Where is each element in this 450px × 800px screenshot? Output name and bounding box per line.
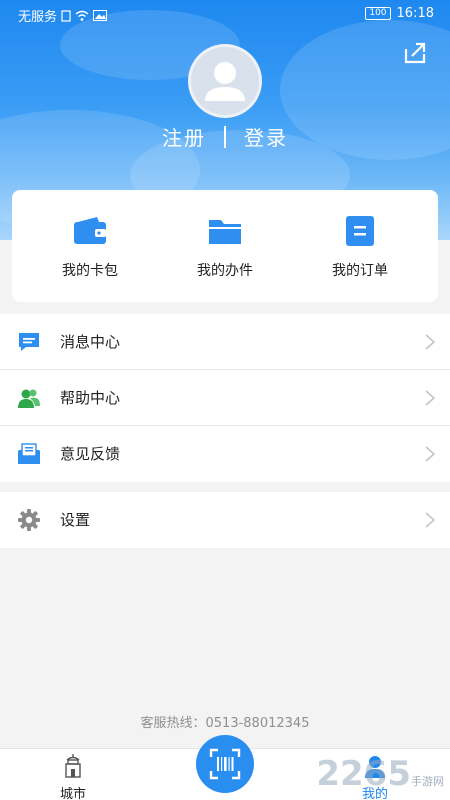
menu-item-help[interactable]: 帮助中心 [0, 370, 450, 426]
watermark-text: 2265 [316, 754, 411, 794]
chevron-right-icon [425, 334, 436, 350]
chevron-right-icon [425, 446, 436, 462]
share-icon[interactable] [402, 40, 428, 66]
register-link[interactable]: 注册 [162, 122, 206, 151]
battery-indicator: 100 [365, 7, 391, 20]
help-people-icon [18, 389, 40, 408]
login-link[interactable]: 登录 [244, 122, 288, 151]
carrier-text: 无服务 [18, 10, 58, 25]
user-icon [205, 62, 245, 101]
chevron-right-icon [425, 390, 436, 406]
quick-action-orders[interactable]: 我的订单 [289, 216, 431, 280]
quick-action-label: 我的卡包 [62, 263, 118, 279]
sim-icon [61, 9, 71, 22]
order-icon [346, 216, 374, 246]
quick-action-label: 我的办件 [197, 263, 253, 279]
message-icon [19, 333, 39, 351]
auth-links: 注册 登录 [0, 122, 450, 151]
site-watermark: 2265手游网 [316, 754, 444, 794]
quick-action-cases[interactable]: 我的办件 [154, 216, 296, 280]
avatar[interactable] [188, 44, 262, 118]
quick-actions-card: 我的卡包 我的办件 我的订单 [12, 190, 438, 302]
clock-text: 16:18 [396, 6, 434, 21]
gear-icon [18, 509, 40, 531]
tab-label: 城市 [59, 787, 86, 800]
status-bar: 无服务 100 16:18 [0, 0, 450, 28]
menu-item-label: 消息中心 [60, 333, 121, 351]
service-hotline[interactable]: 客服热线：0513-88012345 [0, 712, 450, 731]
tab-city[interactable]: 城市 [33, 753, 113, 800]
settings-list: 设置 [0, 492, 450, 548]
quick-action-wallet[interactable]: 我的卡包 [19, 216, 161, 280]
menu-item-settings[interactable]: 设置 [0, 492, 450, 548]
city-icon [65, 754, 81, 778]
scan-button[interactable] [196, 735, 254, 793]
menu-item-label: 帮助中心 [60, 389, 121, 407]
folder-icon [209, 220, 241, 244]
menu-item-messages[interactable]: 消息中心 [0, 314, 450, 370]
menu-list: 消息中心 帮助中心 意见反馈 [0, 314, 450, 482]
quick-action-label: 我的订单 [332, 263, 388, 279]
menu-item-label: 意见反馈 [60, 445, 121, 463]
chevron-right-icon [425, 512, 436, 528]
menu-item-feedback[interactable]: 意见反馈 [0, 426, 450, 482]
wallet-icon [74, 217, 106, 244]
wifi-icon [75, 10, 89, 21]
scan-icon [209, 748, 241, 780]
image-icon [93, 10, 108, 21]
feedback-mail-icon [18, 443, 40, 464]
watermark-sub: 手游网 [411, 775, 444, 788]
menu-item-label: 设置 [60, 511, 91, 529]
auth-divider [224, 125, 226, 148]
